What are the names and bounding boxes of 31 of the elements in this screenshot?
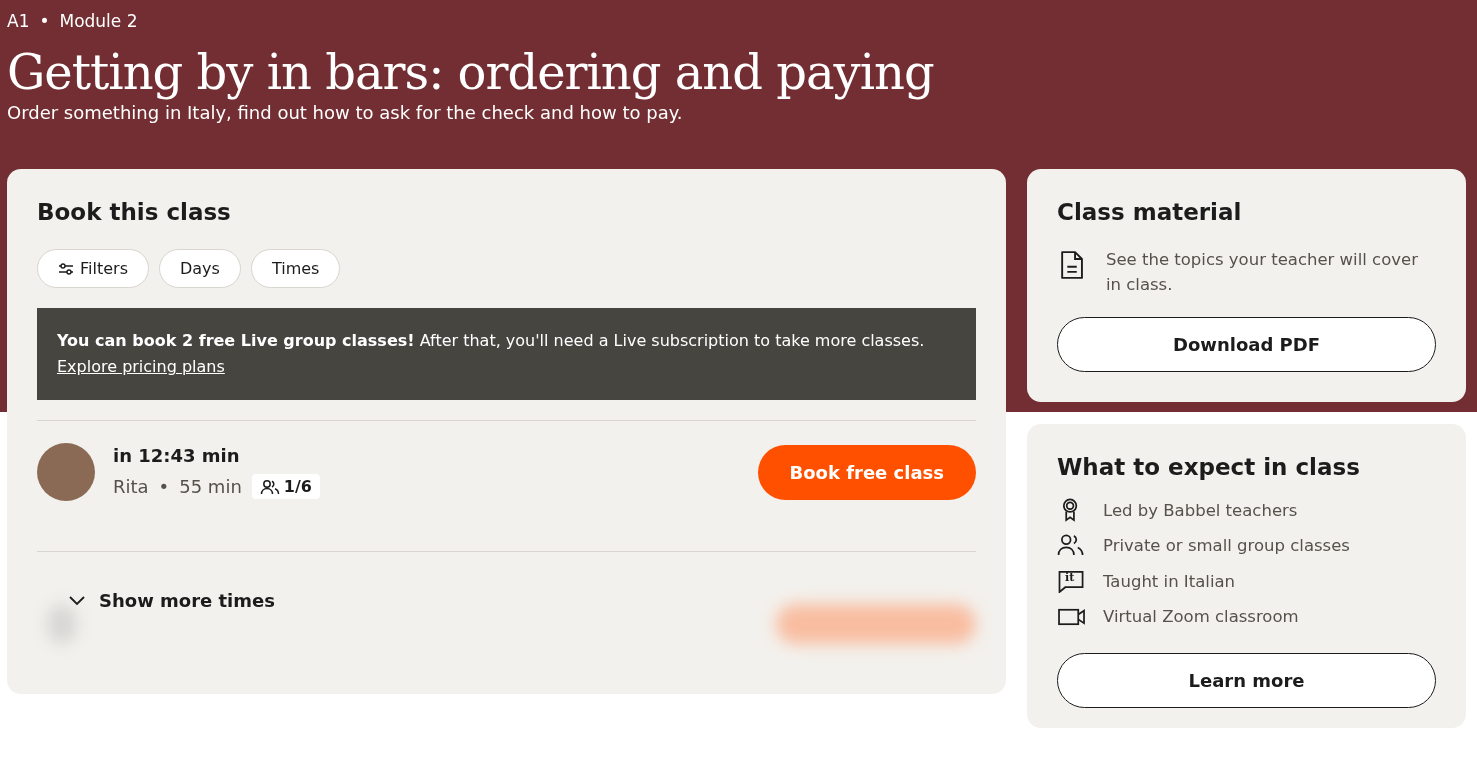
seats-badge: 1/6: [251, 474, 320, 500]
filter-chip[interactable]: Filters: [37, 249, 149, 289]
teacher-name: Rita: [113, 476, 149, 498]
icon-label: it: [1065, 571, 1075, 586]
page-subtitle: Order something in Italy, find out how to ask for the check and how to pay.: [7, 102, 684, 124]
show-more-button[interactable]: Show more times: [69, 590, 275, 612]
section-heading: Book this class: [37, 199, 232, 226]
start-time: in 12:43 min: [113, 445, 241, 467]
duration-label: 55 min: [179, 476, 242, 498]
module-label: Module 2: [59, 11, 138, 31]
filter-chip[interactable]: Days: [158, 249, 241, 289]
page-title: Getting by in bars: ordering and paying: [7, 45, 935, 101]
feature-text: Private or small group classes: [1103, 536, 1350, 556]
sliders-icon: [58, 261, 74, 276]
banner-text: You can book 2 free Live group classes! After that, you'll need a Live subscription to take more classes.: [57, 331, 925, 351]
filter-chip[interactable]: Times: [250, 249, 341, 289]
section-heading: What to expect in class: [1057, 454, 1361, 481]
feature-text: Virtual Zoom classroom: [1103, 607, 1299, 627]
material-description: See the topics your teacher will cover in class.: [1105, 249, 1419, 297]
chevron-down-icon: [69, 595, 85, 606]
section-heading: Class material: [1057, 199, 1243, 226]
feature-text: Led by Babbel teachers: [1103, 501, 1298, 521]
pricing-link[interactable]: Explore pricing plans: [57, 357, 225, 377]
download-button[interactable]: Download PDF: [1057, 317, 1436, 373]
avatar-placeholder: [37, 443, 95, 502]
separator-dot: •: [39, 11, 50, 31]
feature-text: Taught in Italian: [1103, 571, 1236, 591]
separator-dot: •: [158, 476, 170, 498]
people-icon: [259, 478, 280, 495]
level-label: A1: [7, 11, 30, 31]
learn-more-button[interactable]: Learn more: [1057, 653, 1436, 709]
